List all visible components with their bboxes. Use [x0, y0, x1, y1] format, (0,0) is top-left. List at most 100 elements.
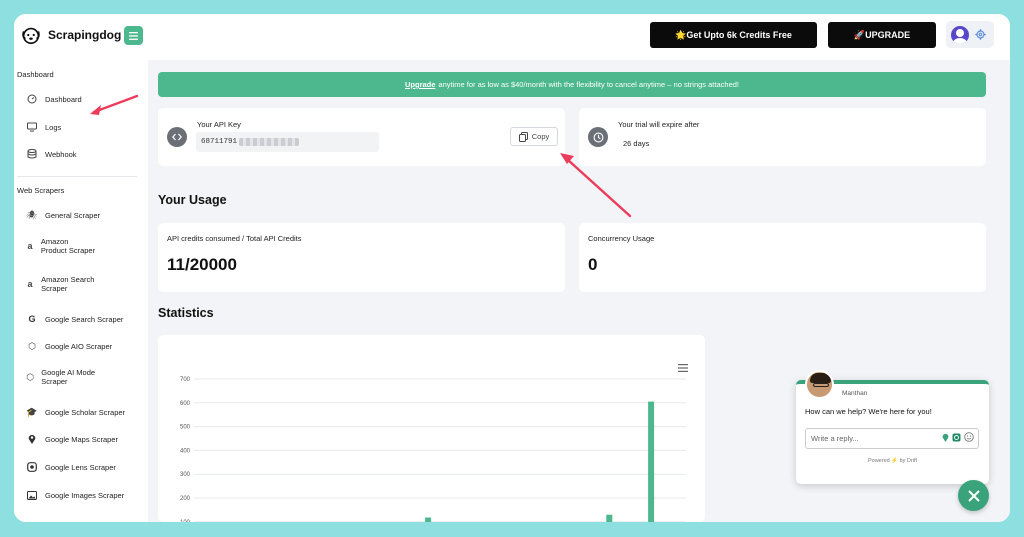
sidebar-item-label: Google Scholar Scraper — [45, 407, 126, 417]
brand-logo[interactable]: Scrapingdog — [20, 24, 121, 46]
chat-input-placeholder: Write a reply... — [811, 434, 859, 443]
sidebar-item-label: Dashboard — [45, 94, 82, 104]
trial-value: 26 days — [623, 139, 650, 148]
sidebar-item-label: Google Search Scraper — [45, 314, 124, 324]
sidebar-item-label: Google Lens Scraper — [45, 462, 116, 472]
agent-avatar — [805, 370, 834, 399]
api-key-label: Your API Key — [197, 120, 241, 129]
chart-bar[interactable] — [425, 517, 432, 523]
database-icon — [26, 148, 38, 160]
close-icon — [967, 489, 980, 502]
sidebar-item-label: Amazon Search Scraper — [41, 275, 95, 293]
concurrency-card: Concurrency Usage 0 — [579, 223, 986, 292]
amazon-icon: a — [27, 240, 33, 251]
account-menu[interactable] — [946, 21, 994, 48]
sidebar-item-dashboard[interactable]: Dashboard — [26, 93, 82, 105]
sidebar-item-general-scraper[interactable]: 🕷 General Scraper — [26, 209, 100, 221]
free-credits-button[interactable]: 🌟Get Upto 6k Credits Free — [650, 22, 817, 48]
credits-value: 11/20000 — [167, 255, 237, 274]
api-key-blur — [239, 138, 300, 146]
copy-button[interactable]: Copy — [510, 127, 558, 146]
copy-label: Copy — [531, 132, 550, 141]
hexagon-icon: ⬡ — [26, 371, 35, 382]
sidebar-item-label: Logs — [45, 122, 62, 132]
google-icon: G — [28, 313, 36, 324]
menu-toggle-button[interactable] — [124, 26, 143, 45]
y-tick-label: 200 — [180, 496, 191, 502]
sidebar-divider — [17, 176, 137, 177]
sidebar-item-google-ai-mode-scraper[interactable]: ⬡ Google AI Mode Scraper — [26, 368, 98, 386]
map-pin-icon — [26, 433, 38, 445]
concurrency-label: Concurrency Usage — [588, 234, 655, 243]
sidebar-item-google-lens-scraper[interactable]: Google Lens Scraper — [26, 461, 116, 473]
sidebar-heading-scrapers: Web Scrapers — [17, 186, 65, 195]
copy-icon — [518, 131, 528, 142]
emoji-icon[interactable] — [964, 432, 974, 442]
banner-upgrade-link[interactable]: Upgrade — [405, 80, 435, 89]
sidebar-item-webhook[interactable]: Webhook — [26, 148, 77, 160]
chat-message: How can we help? We're here for you! — [805, 407, 932, 416]
sidebar-item-label: Google Maps Scraper — [45, 434, 118, 444]
banner-text: anytime for as low as $40/month with the… — [438, 80, 739, 89]
credits-label: API credits consumed / Total API Credits — [167, 234, 302, 243]
sidebar-item-label: Google Images Scraper — [45, 490, 125, 500]
chat-bubble-icon[interactable] — [952, 433, 961, 442]
sidebar-item-label: General Scraper — [45, 210, 101, 220]
chart-bar[interactable] — [648, 401, 655, 522]
chat-close-button[interactable] — [958, 480, 989, 511]
clock-icon — [588, 127, 608, 147]
statistics-chart-card: 700 600 500 400 300 200 100 — [158, 335, 705, 522]
y-tick-label: 100 — [180, 520, 191, 522]
sidebar-item-amazon-product-scraper[interactable]: a Amazon Product Scraper — [26, 237, 96, 255]
api-key-card: Your API Key 68711791 Copy — [158, 108, 565, 166]
api-key-field[interactable]: 68711791 — [196, 132, 379, 152]
sidebar-item-google-images-scraper[interactable]: Google Images Scraper — [26, 489, 124, 501]
gauge-icon — [26, 93, 38, 105]
y-tick-label: 500 — [180, 425, 191, 431]
hexagon-icon: ⬡ — [28, 340, 36, 351]
upgrade-button[interactable]: 🚀UPGRADE — [828, 22, 936, 48]
sidebar-item-label: Webhook — [45, 149, 77, 159]
concurrency-value: 0 — [588, 255, 598, 274]
chat-widget: Manthan How can we help? We're here for … — [796, 370, 989, 484]
chat-reply-input[interactable]: Write a reply... — [805, 428, 979, 449]
sidebar-item-google-aio-scraper[interactable]: ⬡ Google AIO Scraper — [26, 340, 112, 352]
sidebar-item-google-maps-scraper[interactable]: Google Maps Scraper — [26, 433, 118, 445]
spider-icon: 🕷 — [26, 209, 38, 220]
annotation-arrow-icon — [90, 94, 139, 115]
chart-menu-icon[interactable] — [678, 364, 688, 372]
monitor-icon — [26, 121, 38, 133]
gear-icon — [975, 29, 986, 40]
code-icon — [167, 127, 187, 147]
sidebar-item-label: Amazon Product Scraper — [40, 237, 96, 255]
chart-bar[interactable] — [606, 514, 613, 522]
amazon-icon: a — [27, 278, 33, 289]
y-tick-label: 400 — [180, 448, 191, 454]
usage-title: Your Usage — [158, 193, 227, 207]
location-icon[interactable] — [942, 433, 949, 442]
graduation-cap-icon: 🎓 — [26, 406, 38, 417]
chat-powered-by: Powered ⚡ by Drift — [867, 458, 918, 464]
sidebar-item-logs[interactable]: Logs — [26, 121, 61, 133]
sidebar-item-label: Google AI Mode Scraper — [41, 368, 96, 386]
app-window: Scrapingdog 🌟Get Upto 6k Credits Free 🚀U… — [14, 14, 1010, 522]
sidebar-item-amazon-search-scraper[interactable]: a Amazon Search Scraper — [26, 275, 96, 293]
lens-icon — [26, 461, 38, 473]
sidebar-item-google-scholar-scraper[interactable]: 🎓 Google Scholar Scraper — [26, 406, 125, 418]
avatar — [951, 25, 969, 44]
upgrade-banner: Upgrade anytime for as low as $40/month … — [158, 72, 986, 97]
y-tick-label: 700 — [180, 377, 191, 383]
trial-card: Your trial will expire after 26 days — [579, 108, 986, 166]
api-key-value: 68711791 — [201, 138, 238, 146]
agent-name: Manthan — [842, 390, 868, 397]
sidebar: Dashboard Dashboard Logs Webhook Web Scr… — [14, 60, 148, 522]
sidebar-item-label: Google AIO Scraper — [45, 341, 113, 351]
statistics-title: Statistics — [158, 306, 214, 320]
brand-name: Scrapingdog — [48, 28, 122, 42]
hamburger-icon — [129, 31, 138, 40]
y-tick-label: 600 — [180, 401, 191, 407]
bar-chart: 700 600 500 400 300 200 100 — [180, 377, 686, 523]
image-icon — [26, 489, 38, 501]
sidebar-item-google-search-scraper[interactable]: G Google Search Scraper — [26, 313, 123, 325]
y-tick-label: 300 — [180, 472, 191, 478]
